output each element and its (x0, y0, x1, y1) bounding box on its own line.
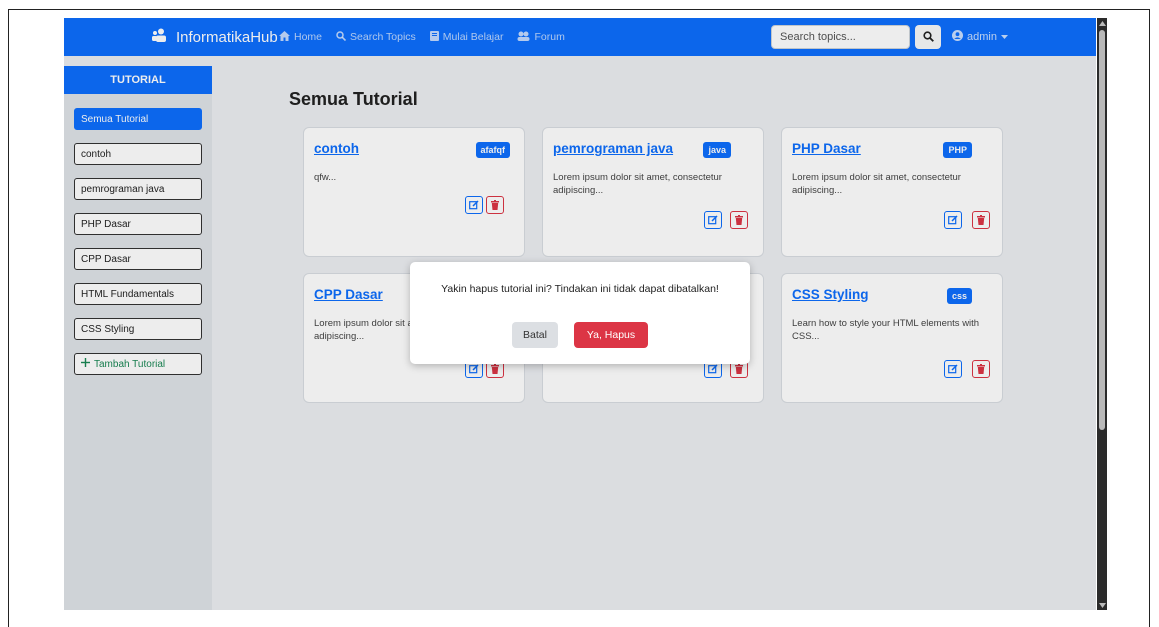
scrollbar[interactable] (1097, 18, 1107, 610)
browser-viewport: InformatikaHub Home Search Topics Mulai … (64, 18, 1096, 610)
scrollbar-thumb[interactable] (1099, 30, 1105, 430)
scroll-up-arrow-icon[interactable] (1097, 18, 1107, 28)
confirm-delete-modal: Yakin hapus tutorial ini? Tindakan ini t… (410, 262, 750, 364)
scroll-down-arrow-icon[interactable] (1097, 600, 1107, 610)
confirm-delete-button[interactable]: Ya, Hapus (574, 322, 648, 348)
modal-message: Yakin hapus tutorial ini? Tindakan ini t… (441, 283, 719, 295)
cancel-button[interactable]: Batal (512, 322, 558, 348)
